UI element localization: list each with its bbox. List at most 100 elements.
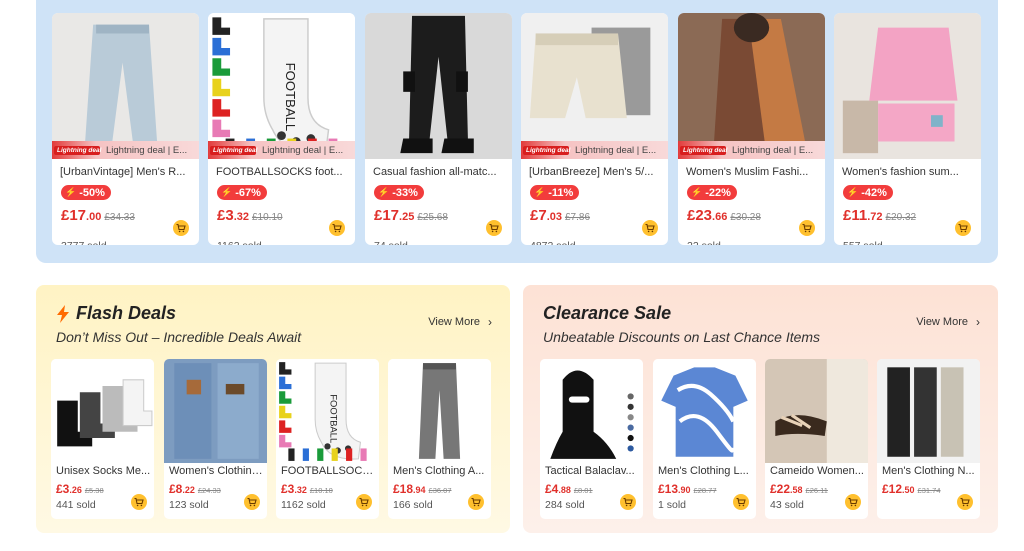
product-card[interactable]: Casual fashion all-matc... ⚡ -33% £17.25 £25… — [365, 13, 512, 245]
price-main: £17 — [374, 207, 400, 224]
svg-text:FOOTBALL: FOOTBALL — [283, 63, 298, 132]
product-card[interactable]: Unisex Socks Me... £3.26 £5.38 441 sold — [51, 359, 154, 519]
add-to-cart-button[interactable] — [733, 494, 749, 510]
product-title[interactable]: Men's Clothing N... — [882, 465, 977, 477]
lightning-deal-tag: Lightning deal — [54, 145, 101, 155]
price-decimal: .03 — [546, 211, 562, 223]
product-image[interactable]: FOOTBALL — [208, 13, 355, 159]
price: £3.32 £10.10 — [217, 207, 283, 225]
product-image[interactable] — [834, 13, 981, 159]
add-to-cart-button[interactable] — [329, 220, 345, 236]
price: £8.22 £24.33 — [169, 480, 221, 498]
product-card[interactable]: Lightning deal Lightning deal | E... [Urba… — [52, 13, 199, 245]
original-price: £28.77 — [693, 486, 717, 495]
cart-icon — [471, 497, 481, 507]
price-main: £13 — [658, 482, 679, 496]
product-card[interactable]: Men's Clothing N... £12.50 £31.74 — [877, 359, 980, 519]
price-main: £23 — [687, 207, 713, 224]
product-card[interactable]: Lightning deal Lightning deal | E... [Urba… — [521, 13, 668, 245]
add-to-cart-button[interactable] — [173, 220, 189, 236]
product-title[interactable]: [UrbanVintage] Men's R... — [60, 166, 192, 178]
product-card[interactable]: Lightning deal Lightning deal | E... Women… — [678, 13, 825, 245]
product-card[interactable]: Men's Clothing A... £18.94 £36.07 166 sold — [388, 359, 491, 519]
price-main: £8 — [169, 482, 183, 496]
product-card[interactable]: Women's Clothing... £8.22 £24.33 123 sold — [164, 359, 267, 519]
product-image[interactable] — [540, 359, 643, 463]
product-card[interactable]: Men's Clothing L... £13.90 £28.77 1 sold — [653, 359, 756, 519]
lightning-icon: ⚡ — [378, 187, 390, 197]
add-to-cart-button[interactable] — [620, 494, 636, 510]
clearance-view-more-link[interactable]: View More › — [916, 315, 980, 329]
add-to-cart-button[interactable] — [486, 220, 502, 236]
product-title[interactable]: Casual fashion all-matc... — [373, 166, 505, 178]
product-title[interactable]: [UrbanBreeze] Men's 5/... — [529, 166, 661, 178]
product-image[interactable] — [521, 13, 668, 159]
price-decimal: .72 — [867, 211, 883, 223]
lightning-deal-tag: Lightning deal — [680, 145, 727, 155]
product-title[interactable]: FOOTBALLSOCKS foot... — [216, 166, 348, 178]
add-to-cart-button[interactable] — [955, 220, 971, 236]
discount-badge: ⚡ -50% — [61, 185, 111, 200]
product-title[interactable]: Men's Clothing A... — [393, 465, 488, 477]
view-more-label: View More — [916, 316, 968, 328]
product-image[interactable] — [678, 13, 825, 159]
cart-icon — [134, 497, 144, 507]
product-title[interactable]: Women's Clothing... — [169, 465, 264, 477]
cart-icon — [645, 223, 655, 233]
product-title[interactable]: Tactical Balaclav... — [545, 465, 640, 477]
product-title[interactable]: Cameido Women... — [770, 465, 865, 477]
add-to-cart-button[interactable] — [131, 494, 147, 510]
price: £12.50 £31.74 — [882, 480, 941, 498]
product-title[interactable]: Women's Muslim Fashi... — [686, 166, 818, 178]
lightning-icon: ⚡ — [221, 187, 233, 197]
product-image[interactable] — [51, 359, 154, 463]
product-image[interactable] — [388, 359, 491, 463]
add-to-cart-button[interactable] — [244, 494, 260, 510]
flash-view-more-link[interactable]: View More › — [428, 315, 492, 329]
product-title[interactable]: Unisex Socks Me... — [56, 465, 151, 477]
price-decimal: .32 — [233, 211, 249, 223]
original-price: £7.86 — [564, 212, 591, 223]
product-title[interactable]: Men's Clothing L... — [658, 465, 753, 477]
price-main: £11 — [843, 207, 868, 224]
add-to-cart-button[interactable] — [642, 220, 658, 236]
product-image[interactable] — [365, 13, 512, 159]
price-main: £22 — [770, 482, 791, 496]
discount-badge: ⚡ -67% — [217, 185, 267, 200]
flash-deals-subtitle: Don’t Miss Out – Incredible Deals Await — [56, 329, 302, 345]
product-image[interactable] — [52, 13, 199, 159]
price: £17.00 £34.33 — [61, 207, 135, 225]
product-image[interactable] — [877, 359, 980, 463]
add-to-cart-button[interactable] — [468, 494, 484, 510]
price-main: £3 — [56, 482, 70, 496]
product-card[interactable]: FOOTBALL FOOTBALLSOCK... £3.32 £10.10 1162 s… — [276, 359, 379, 519]
add-to-cart-button[interactable] — [799, 220, 815, 236]
lightning-icon — [57, 304, 69, 323]
add-to-cart-button[interactable] — [957, 494, 973, 510]
product-card[interactable]: FOOTBALL Lightning deal Lightning deal | E… — [208, 13, 355, 245]
product-image[interactable]: FOOTBALL — [276, 359, 379, 463]
original-price: £36.07 — [428, 486, 452, 495]
product-image[interactable] — [164, 359, 267, 463]
add-to-cart-button[interactable] — [845, 494, 861, 510]
product-card[interactable]: Tactical Balaclav... £4.88 £8.01 284 sold — [540, 359, 643, 519]
product-image[interactable] — [653, 359, 756, 463]
price-decimal: .90 — [678, 485, 691, 495]
price: £3.32 £10.10 — [281, 480, 333, 498]
add-to-cart-button[interactable] — [356, 494, 372, 510]
sold-count: 284 sold — [545, 499, 585, 511]
product-title[interactable]: Women's fashion sum... — [842, 166, 974, 178]
original-price: £5.38 — [84, 486, 104, 495]
product-card[interactable]: Women's fashion sum... ⚡-42% £11.72£20.32 5… — [834, 13, 981, 245]
original-price: £31.74 — [917, 486, 941, 495]
price-main: £4 — [545, 482, 559, 496]
product-title[interactable]: FOOTBALLSOCK... — [281, 465, 376, 477]
discount-badge: ⚡ -33% — [374, 185, 424, 200]
lightning-deal-label: Lightning deal | E... — [262, 144, 344, 156]
cart-icon — [802, 223, 812, 233]
product-card[interactable]: Cameido Women... £22.58 £26.11 43 sold — [765, 359, 868, 519]
price: £11.72 £20.32 — [843, 207, 916, 225]
product-image[interactable] — [765, 359, 868, 463]
price-main: £3 — [281, 482, 295, 496]
price-decimal: .66 — [712, 211, 728, 223]
